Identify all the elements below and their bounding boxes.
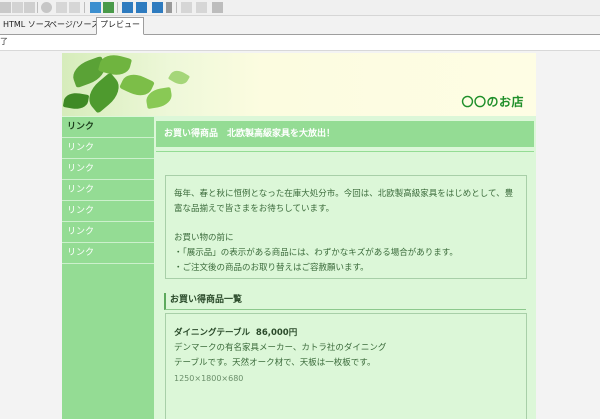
table-icon[interactable]	[122, 2, 133, 13]
frame-icon[interactable]	[196, 2, 207, 13]
redo-icon[interactable]	[69, 2, 80, 13]
notice-title: お買い物の前に	[174, 233, 234, 243]
site-name: 〇〇のお店	[461, 95, 524, 109]
notice-item: ・「展示品」の表示がある商品には、わずかなキズがある場合があります。	[174, 248, 458, 258]
sale-banner: お買い得商品 北欧製高級家具を大放出！	[156, 121, 534, 147]
page-header: 〇〇のお店	[62, 51, 536, 116]
product-description: テーブルです。天然オーク材で、天板は一枚板です。	[174, 358, 376, 368]
paste-icon[interactable]	[24, 2, 35, 13]
toolbar-separator	[176, 2, 177, 13]
product-price: 86,000円	[255, 328, 298, 338]
product-size: 1250×1800×680	[174, 374, 244, 383]
status-text: 了	[0, 37, 8, 46]
toolbar-separator	[84, 2, 85, 13]
spell-check-icon[interactable]	[103, 2, 114, 13]
copy-icon[interactable]	[12, 2, 23, 13]
toolbar-separator	[37, 2, 38, 13]
product-title: ダイニングテーブル 86,000円	[174, 326, 518, 341]
divider	[156, 151, 534, 152]
view-tabs: HTML ソース ページ/ソース プレビュー	[0, 16, 600, 35]
sidebar-link-6[interactable]: リンク	[62, 222, 154, 243]
product-description: デンマークの有名家具メーカー、カトラ社のダイニング	[174, 343, 387, 353]
toolbar-separator	[117, 2, 118, 13]
link-icon[interactable]	[90, 2, 101, 13]
sidebar-link-5[interactable]: リンク	[62, 201, 154, 222]
notice-item: ・ご注文後の商品のお取り替えはご容赦願います。	[174, 263, 369, 273]
sidebar-link-4[interactable]: リンク	[62, 180, 154, 201]
window-icon[interactable]	[212, 2, 223, 13]
intro-text: 毎年、春と秋に恒例となった在庫大処分市。今回は、北欧製高級家具をはじめとして、豊…	[174, 189, 514, 214]
intro-box: 毎年、春と秋に恒例となった在庫大処分市。今回は、北欧製高級家具をはじめとして、豊…	[165, 175, 527, 279]
status-bar: 了	[0, 35, 600, 51]
sidebar-link-3[interactable]: リンク	[62, 159, 154, 180]
tab-page-source[interactable]: ページ/ソース	[46, 18, 102, 32]
insert-object-icon[interactable]	[152, 2, 163, 13]
product-name: ダイニングテーブル	[174, 328, 250, 338]
find-icon[interactable]	[41, 2, 52, 13]
grid-icon[interactable]	[181, 2, 192, 13]
web-page: 〇〇のお店 リンク リンク リンク リンク リンク リンク リンク お買い得商品…	[62, 51, 536, 419]
image-icon[interactable]	[136, 2, 147, 13]
preview-canvas: 〇〇のお店 リンク リンク リンク リンク リンク リンク リンク お買い得商品…	[0, 51, 600, 419]
sidebar-nav: リンク リンク リンク リンク リンク リンク リンク	[62, 117, 154, 419]
chevron-down-icon[interactable]	[166, 2, 172, 13]
product-card: ダイニングテーブル 86,000円 デンマークの有名家具メーカー、カトラ社のダイ…	[165, 313, 527, 419]
sidebar-link-7[interactable]: リンク	[62, 243, 154, 264]
sidebar-link-2[interactable]: リンク	[62, 138, 154, 159]
sidebar-link-1[interactable]: リンク	[62, 117, 154, 138]
undo-icon[interactable]	[56, 2, 67, 13]
main-content: お買い得商品 北欧製高級家具を大放出！ 毎年、春と秋に恒例となった在庫大処分市。…	[154, 117, 536, 419]
editor-toolbar	[0, 0, 600, 16]
cut-icon[interactable]	[0, 2, 11, 13]
tab-preview[interactable]: プレビュー	[96, 17, 144, 35]
product-list-heading: お買い得商品一覧	[164, 293, 526, 310]
